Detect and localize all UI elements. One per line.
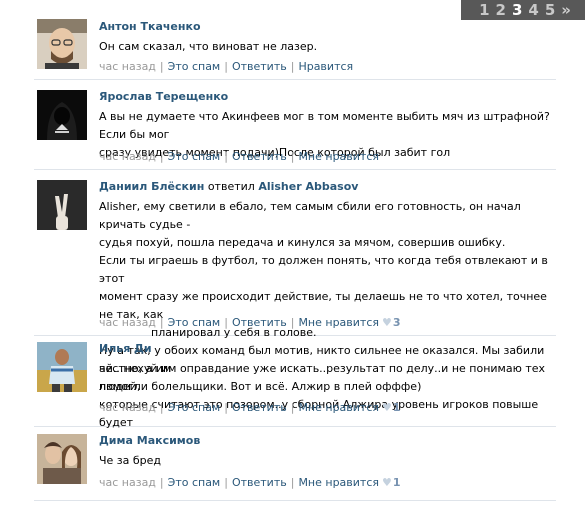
comment: Даниил Блёскин ответил Alisher Abbasov A… xyxy=(34,170,556,393)
like-count: 1 xyxy=(392,476,401,489)
replied-to-label: ответил xyxy=(207,180,255,193)
comment-line: Alisher, ему светили в ебало, тем самым … xyxy=(99,200,521,231)
like-count: 3 xyxy=(392,316,401,329)
like-link[interactable]: Мне нравится xyxy=(298,150,379,163)
comments-list: Антон Ткаченко Он сам сказал, что винова… xyxy=(34,8,556,501)
spam-link[interactable]: Это спам xyxy=(168,316,221,329)
avatar[interactable] xyxy=(37,90,87,140)
spam-link[interactable]: Это спам xyxy=(168,476,221,489)
comment-text: Че за бред xyxy=(99,452,556,470)
comment-meta: час назад | Это спам | Ответить | Нравится xyxy=(99,60,354,73)
comment-body: Дима Максимов Че за бред xyxy=(99,434,556,470)
like-link[interactable]: Мне нравится xyxy=(298,476,379,489)
spam-link[interactable]: Это спам xyxy=(168,60,221,73)
comment-line: Он сам сказал, что виноват не лазер. xyxy=(99,40,318,53)
heart-icon[interactable]: ♥ xyxy=(382,316,392,329)
author-link[interactable]: Дима Максимов xyxy=(99,434,200,447)
heart-icon[interactable]: ♥ xyxy=(382,476,392,489)
reply-link[interactable]: Ответить xyxy=(232,401,287,414)
comment: Дима Максимов Че за бред час назад | Это с… xyxy=(34,427,556,501)
comment-text: ай...нехуй им оправдание уже искать..рез… xyxy=(99,360,556,432)
timestamp: час назад xyxy=(99,60,156,73)
timestamp: час назад xyxy=(99,150,156,163)
comment-header: Ярослав Терещенко xyxy=(99,90,556,104)
reply-link[interactable]: Ответить xyxy=(232,476,287,489)
spam-link[interactable]: Это спам xyxy=(168,401,221,414)
comment-header: Даниил Блёскин ответил Alisher Abbasov xyxy=(99,180,556,194)
comment-line: ай...нехуй им оправдание уже искать..рез… xyxy=(99,362,546,393)
timestamp: час назад xyxy=(99,316,156,329)
comment-header: Илья Ди xyxy=(99,342,556,356)
reply-link[interactable]: Ответить xyxy=(232,316,287,329)
comment: Илья Ди ай...нехуй им оправдание уже иск… xyxy=(34,336,556,429)
comment-line: Если ты играешь в футбол, то должен поня… xyxy=(99,254,548,285)
author-link[interactable]: Илья Ди xyxy=(99,342,152,355)
like-link[interactable]: Мне нравится xyxy=(298,316,379,329)
like-count: 1 xyxy=(392,401,401,414)
comment-meta: час назад | Это спам | Ответить | Мне нравится xyxy=(99,150,380,163)
like-link[interactable]: Мне нравится xyxy=(298,401,379,414)
comment-meta: час назад | Это спам | Ответить | Мне нравится… xyxy=(99,476,401,489)
comment-text: Он сам сказал, что виноват не лазер. xyxy=(99,38,556,56)
replied-to-link[interactable]: Alisher Abbasov xyxy=(258,180,358,193)
timestamp: час назад xyxy=(99,476,156,489)
reply-link[interactable]: Ответить xyxy=(232,150,287,163)
comment-meta: час назад | Это спам | Ответить | Мне нравится… xyxy=(99,316,401,329)
author-link[interactable]: Антон Ткаченко xyxy=(99,20,201,33)
avatar[interactable] xyxy=(37,434,87,484)
comment: Ярослав Терещенко А вы не думаете что Ак… xyxy=(34,80,556,170)
timestamp: час назад xyxy=(99,401,156,414)
author-link[interactable]: Даниил Блёскин xyxy=(99,180,204,193)
reply-link[interactable]: Ответить xyxy=(232,60,287,73)
comment-header: Дима Максимов xyxy=(99,434,556,448)
comment-line: Че за бред xyxy=(99,454,162,467)
spam-link[interactable]: Это спам xyxy=(168,150,221,163)
comment-meta: час назад | Это спам | Ответить | Мне нравится… xyxy=(99,401,401,414)
avatar[interactable] xyxy=(37,180,87,230)
comment-line: А вы не думаете что Акинфеев мог в том м… xyxy=(99,110,550,141)
like-link[interactable]: Нравится xyxy=(298,60,353,73)
avatar[interactable] xyxy=(37,19,87,69)
heart-icon[interactable]: ♥ xyxy=(382,401,392,414)
comment-body: Антон Ткаченко Он сам сказал, что винова… xyxy=(99,20,556,56)
avatar[interactable] xyxy=(37,342,87,392)
comment-header: Антон Ткаченко xyxy=(99,20,556,34)
comment-line: судья похуй, пошла передача и кинулся за… xyxy=(99,236,506,249)
next-page-button[interactable]: » xyxy=(561,1,571,19)
comment: Антон Ткаченко Он сам сказал, что винова… xyxy=(34,8,556,80)
comment-body: Илья Ди ай...нехуй им оправдание уже иск… xyxy=(99,342,556,432)
author-link[interactable]: Ярослав Терещенко xyxy=(99,90,228,103)
